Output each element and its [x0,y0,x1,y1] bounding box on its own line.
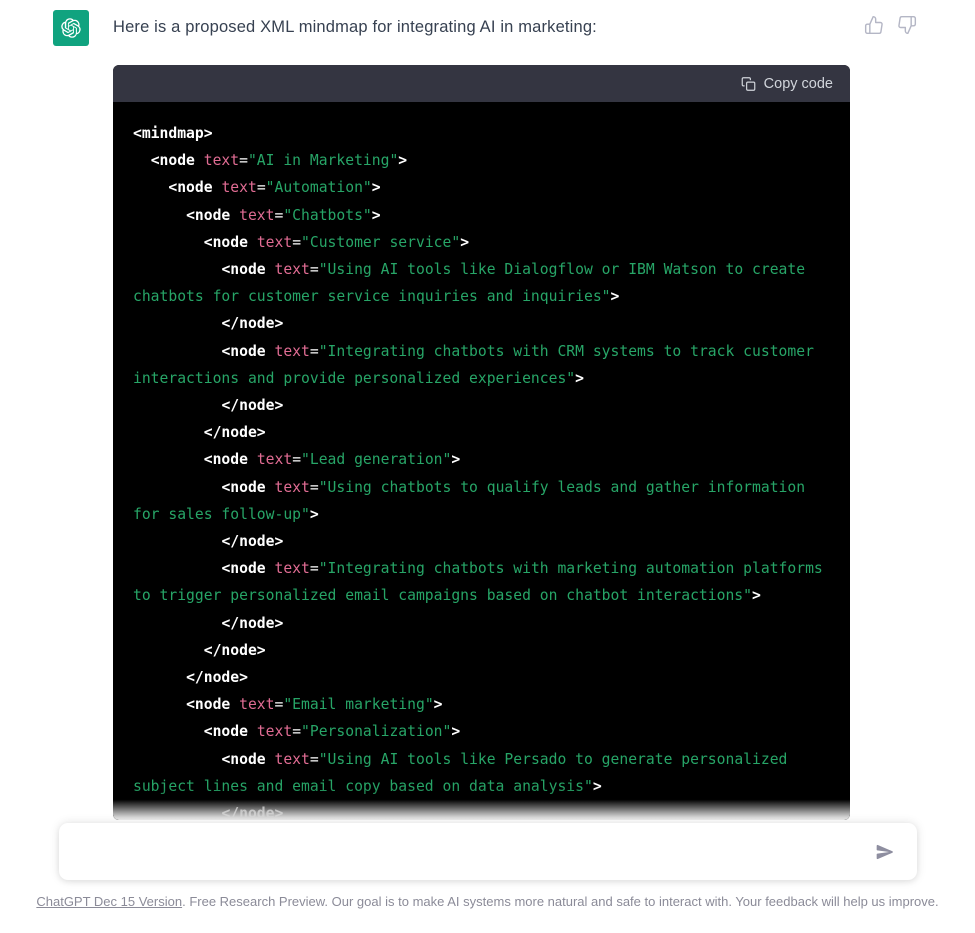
footer: ChatGPT Dec 15 Version. Free Research Pr… [0,893,975,911]
thumbs-up-icon[interactable] [864,15,884,35]
message-input[interactable] [59,823,873,880]
openai-logo-icon [61,18,81,38]
code-block: Copy code <mindmap> <node text="AI in Ma… [113,65,850,820]
clipboard-icon [741,76,756,91]
code-content: <mindmap> <node text="AI in Marketing"> … [133,125,832,820]
avatar [53,10,89,46]
send-arrow-icon [876,844,893,859]
feedback-controls [864,15,917,35]
assistant-message-row: Here is a proposed XML mindmap for integ… [0,0,975,46]
send-button[interactable] [873,840,897,864]
footer-disclaimer: . Free Research Preview. Our goal is to … [182,894,939,909]
message-composer [59,823,917,880]
version-link[interactable]: ChatGPT Dec 15 Version [36,894,182,909]
thumbs-down-icon[interactable] [897,15,917,35]
chat-page: Here is a proposed XML mindmap for integ… [0,0,975,933]
copy-code-button[interactable]: Copy code [741,76,833,92]
message-text: Here is a proposed XML mindmap for integ… [113,18,597,36]
code-block-body[interactable]: <mindmap> <node text="AI in Marketing"> … [113,102,850,820]
code-block-header: Copy code [113,65,850,102]
copy-code-label: Copy code [763,75,833,92]
